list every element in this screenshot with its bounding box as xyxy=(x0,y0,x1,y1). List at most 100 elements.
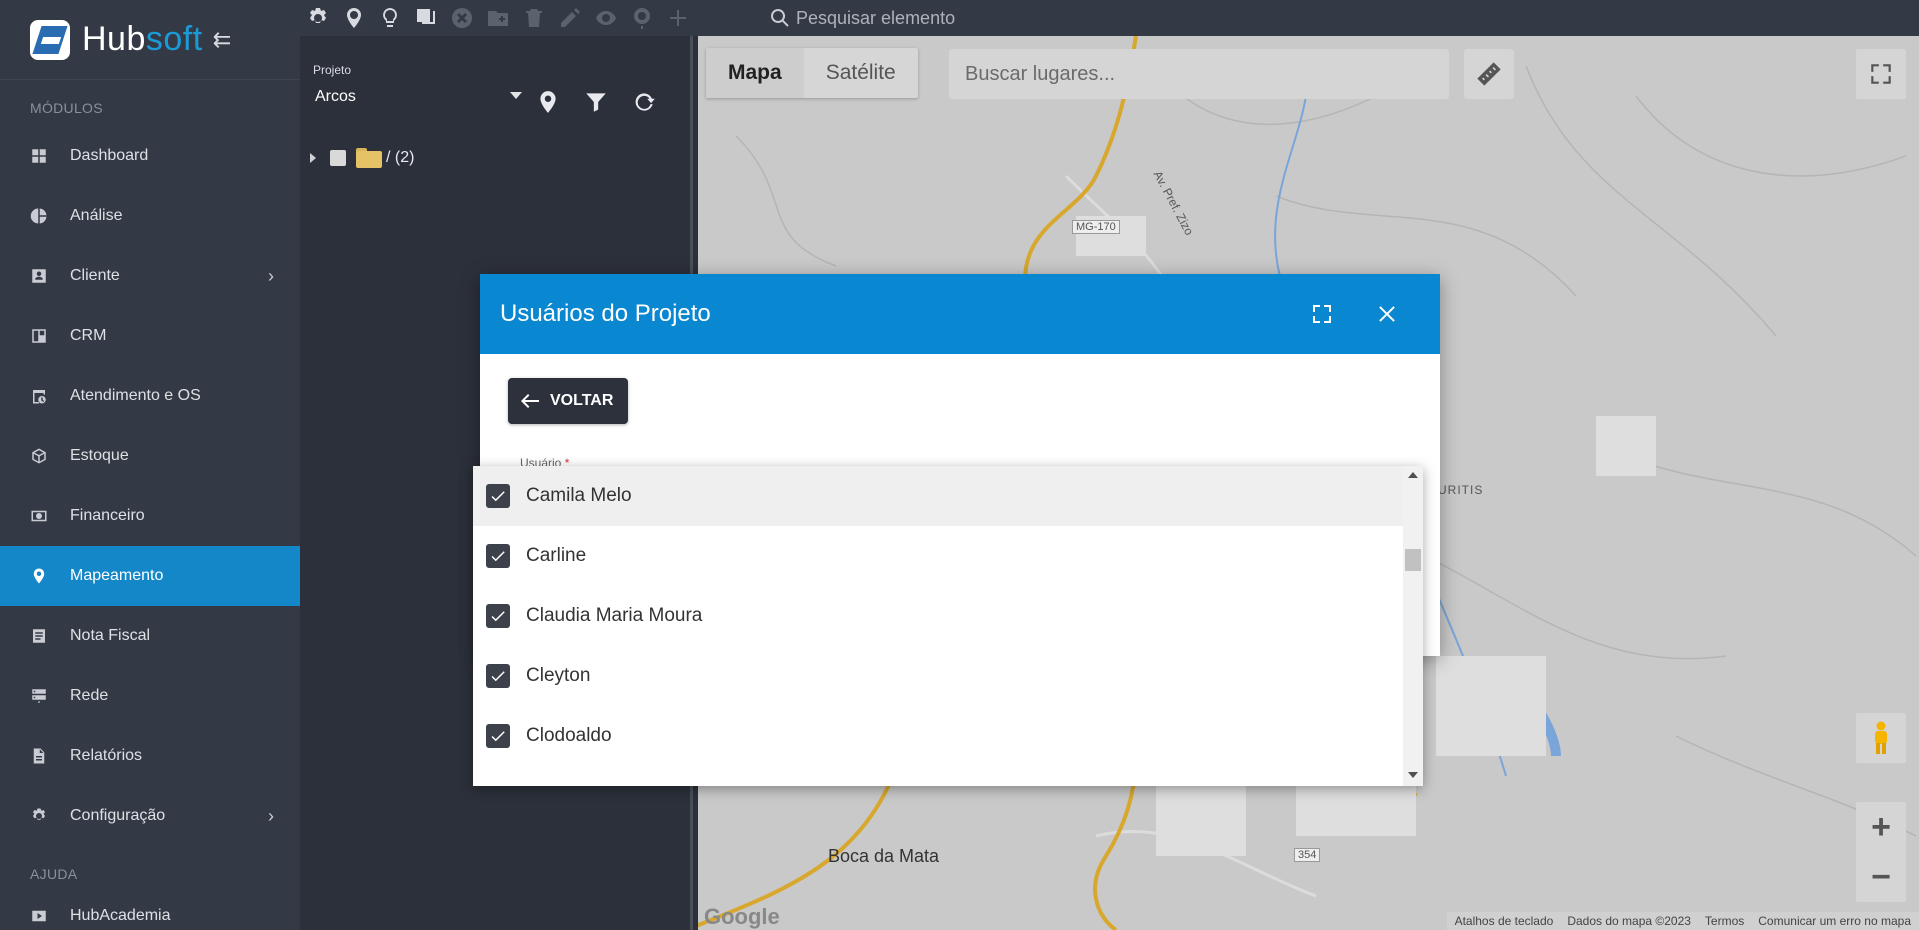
filter-icon[interactable] xyxy=(580,86,612,118)
scroll-up-icon[interactable] xyxy=(1408,472,1418,478)
option-label: Carline xyxy=(526,545,587,566)
search-icon xyxy=(771,9,789,27)
option-label: Camila Melo xyxy=(526,485,632,506)
check-icon xyxy=(491,611,505,622)
pie-chart-icon xyxy=(30,207,48,225)
sidebar-item-label: Relatórios xyxy=(70,747,143,764)
scroll-down-icon[interactable] xyxy=(1408,772,1418,778)
tree-node-root[interactable]: / (2) xyxy=(310,148,414,168)
sidebar-item-configuracao[interactable]: Configuração › xyxy=(0,786,300,846)
option-label: Clodoaldo xyxy=(526,725,612,746)
sidebar-item-label: HubAcademia xyxy=(70,907,171,924)
checkbox-checked[interactable] xyxy=(486,724,510,748)
checkbox-checked[interactable] xyxy=(486,544,510,568)
project-select[interactable]: Arcos xyxy=(315,88,522,114)
settings-tool-icon[interactable] xyxy=(300,0,336,36)
tree-node-label: / (2) xyxy=(386,149,415,166)
arrow-left-icon xyxy=(521,394,539,408)
add-location-icon[interactable] xyxy=(336,0,372,36)
lightbulb-icon[interactable] xyxy=(372,0,408,36)
chevron-right-icon: › xyxy=(268,265,274,286)
layers-copy-icon[interactable] xyxy=(408,0,444,36)
back-button[interactable]: VOLTAR xyxy=(508,378,629,424)
crm-board-icon xyxy=(30,327,48,345)
folder-icon xyxy=(356,148,382,168)
sidebar-item-label: Mapeamento xyxy=(70,567,164,584)
sidebar-item-label: CRM xyxy=(70,327,107,344)
dashboard-icon xyxy=(30,147,48,165)
sidebar-item-rede[interactable]: Rede xyxy=(0,666,300,726)
refresh-icon[interactable] xyxy=(628,86,660,118)
checkbox-checked[interactable] xyxy=(486,484,510,508)
sidebar-item-label: Atendimento e OS xyxy=(70,387,201,404)
sidebar-item-cliente[interactable]: Cliente › xyxy=(0,246,300,306)
search-input[interactable]: Pesquisar elemento xyxy=(796,8,955,29)
section-help: AJUDA xyxy=(30,866,78,882)
element-search[interactable]: Pesquisar elemento xyxy=(768,6,955,30)
sidebar-item-relatorios[interactable]: Relatórios xyxy=(0,726,300,786)
check-icon xyxy=(491,551,505,562)
sidebar-item-mapeamento[interactable]: Mapeamento xyxy=(0,546,300,606)
scroll-thumb[interactable] xyxy=(1405,549,1421,571)
client-card-icon xyxy=(30,267,48,285)
eye-icon[interactable] xyxy=(588,0,624,36)
option-label: Claudia Maria Moura xyxy=(526,605,703,626)
sidebar-item-label: Análise xyxy=(70,207,123,224)
trash-icon[interactable] xyxy=(516,0,552,36)
sidebar-item-estoque[interactable]: Estoque xyxy=(0,426,300,486)
money-icon xyxy=(30,507,48,525)
sidebar-item-dashboard[interactable]: Dashboard xyxy=(0,126,300,186)
sidebar-item-nota-fiscal[interactable]: Nota Fiscal xyxy=(0,606,300,666)
list-item[interactable]: Clodoaldo xyxy=(473,706,1423,766)
expand-caret-icon[interactable] xyxy=(310,153,316,163)
list-item[interactable]: Camila Melo xyxy=(473,466,1423,526)
plus-icon[interactable] xyxy=(660,0,696,36)
hubsoft-logo-icon xyxy=(30,19,70,60)
check-icon xyxy=(491,731,505,742)
dropdown-scrollbar[interactable] xyxy=(1403,466,1423,786)
map-pin-icon xyxy=(30,567,48,585)
collapse-sidebar-icon[interactable]: ⇇ xyxy=(213,27,231,53)
sidebar-item-label: Nota Fiscal xyxy=(70,627,151,644)
caret-down-icon xyxy=(510,92,522,99)
project-label: Projeto xyxy=(313,63,352,77)
sidebar-item-label: Estoque xyxy=(70,447,129,464)
invoice-icon xyxy=(30,627,48,645)
maximize-icon[interactable] xyxy=(1304,296,1340,332)
sidebar-item-hubacademia[interactable]: HubAcademia xyxy=(0,892,300,930)
map-toolbar: Pesquisar elemento xyxy=(300,0,1919,36)
check-icon xyxy=(491,671,505,682)
tree-checkbox[interactable] xyxy=(330,150,346,166)
location-off-icon[interactable] xyxy=(532,86,564,118)
check-icon xyxy=(491,491,505,502)
box-icon xyxy=(30,447,48,465)
sidebar-item-analise[interactable]: Análise xyxy=(0,186,300,246)
list-item[interactable]: Claudia Maria Moura xyxy=(473,586,1423,646)
user-multiselect-dropdown: Camila Melo Carline Claudia Maria Moura … xyxy=(473,466,1423,786)
close-circle-icon[interactable] xyxy=(444,0,480,36)
modal-header: Usuários do Projeto xyxy=(480,274,1440,354)
list-item[interactable]: Carline xyxy=(473,526,1423,586)
sidebar-item-financeiro[interactable]: Financeiro xyxy=(0,486,300,546)
sidebar-item-label: Rede xyxy=(70,687,109,704)
sidebar-item-label: Financeiro xyxy=(70,507,145,524)
sidebar-item-crm[interactable]: CRM xyxy=(0,306,300,366)
close-icon[interactable] xyxy=(1369,296,1405,332)
brand-name: Hubsoft xyxy=(82,20,203,58)
new-folder-icon[interactable] xyxy=(480,0,516,36)
sidebar-item-label: Configuração xyxy=(70,807,166,824)
sidebar: Hubsoft ⇇ MÓDULOS Dashboard Análise Clie… xyxy=(0,0,300,930)
edit-pencil-icon[interactable] xyxy=(552,0,588,36)
back-button-label: VOLTAR xyxy=(550,392,614,409)
checkbox-checked[interactable] xyxy=(486,664,510,688)
project-select-value: Arcos xyxy=(315,88,356,105)
video-icon xyxy=(30,907,48,925)
sidebar-item-atendimento[interactable]: Atendimento e OS xyxy=(0,366,300,426)
list-item[interactable]: Cleyton xyxy=(473,646,1423,706)
sidebar-item-label: Dashboard xyxy=(70,147,149,164)
logo[interactable]: Hubsoft ⇇ xyxy=(0,0,300,80)
option-label: Cleyton xyxy=(526,665,591,686)
location-outline-icon[interactable] xyxy=(624,0,660,36)
checkbox-checked[interactable] xyxy=(486,604,510,628)
gear-icon xyxy=(30,807,48,825)
